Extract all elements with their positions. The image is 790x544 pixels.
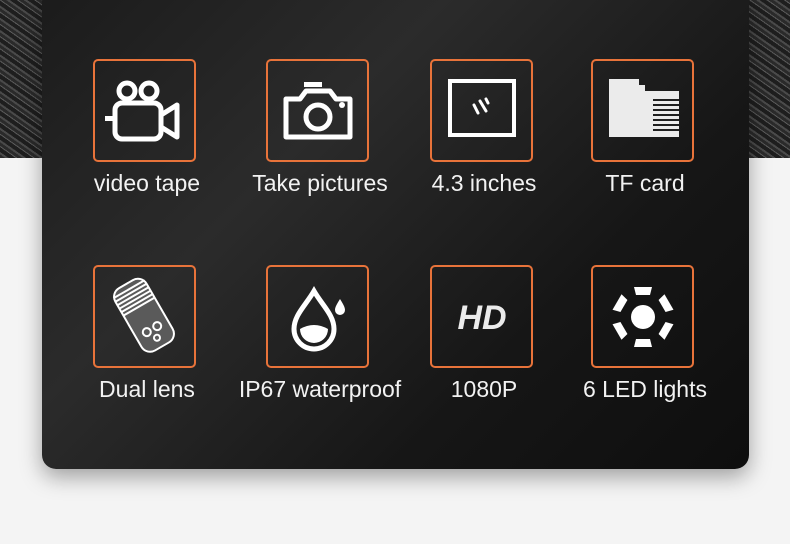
features-panel: video tape Take pictures 4.3 inches TF c… [42, 0, 749, 469]
video-tile [93, 59, 196, 162]
feature-1080p: HD 1080P [394, 250, 574, 410]
feature-video-tape: video tape [57, 44, 237, 204]
svg-text:HD: HD [457, 299, 506, 337]
feature-label: 4.3 inches [431, 170, 537, 196]
feature-label: IP67 waterproof [238, 376, 402, 402]
feature-take-pictures: Take pictures [230, 44, 410, 204]
feature-label: Dual lens [99, 376, 195, 402]
screen-icon [447, 78, 516, 137]
tf-card-tile [591, 59, 694, 162]
waterproof-tile [266, 265, 369, 368]
feature-label: Take pictures [252, 170, 388, 196]
feature-waterproof: IP67 waterproof [230, 250, 410, 410]
water-drop-icon [290, 285, 345, 351]
hd-icon: HD [457, 299, 506, 337]
feature-label: 1080P [450, 376, 518, 402]
hd-tile: HD [430, 265, 533, 368]
sd-card-icon [608, 78, 679, 137]
feature-tf-card: TF card [555, 44, 735, 204]
camera-icon [283, 81, 352, 139]
lens-tile [93, 265, 196, 368]
video-camera-icon [104, 80, 179, 141]
camera-tile [266, 59, 369, 162]
feature-screen-size: 4.3 inches [394, 44, 574, 204]
led-ring-icon [612, 286, 673, 347]
feature-led-lights: 6 LED lights [555, 250, 735, 410]
feature-label: TF card [605, 170, 685, 196]
endoscope-lens-icon [112, 277, 175, 353]
feature-dual-lens: Dual lens [57, 250, 237, 410]
led-tile [591, 265, 694, 368]
screen-tile [430, 59, 533, 162]
feature-label: video tape [93, 170, 201, 196]
feature-label: 6 LED lights [582, 376, 707, 402]
